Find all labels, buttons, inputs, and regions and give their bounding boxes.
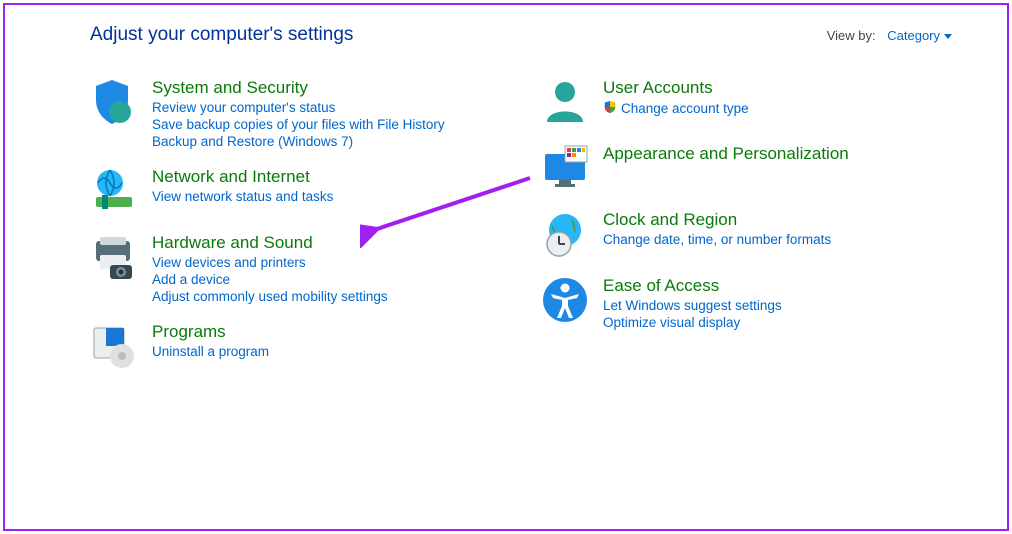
- annotation-frame: [3, 3, 1009, 531]
